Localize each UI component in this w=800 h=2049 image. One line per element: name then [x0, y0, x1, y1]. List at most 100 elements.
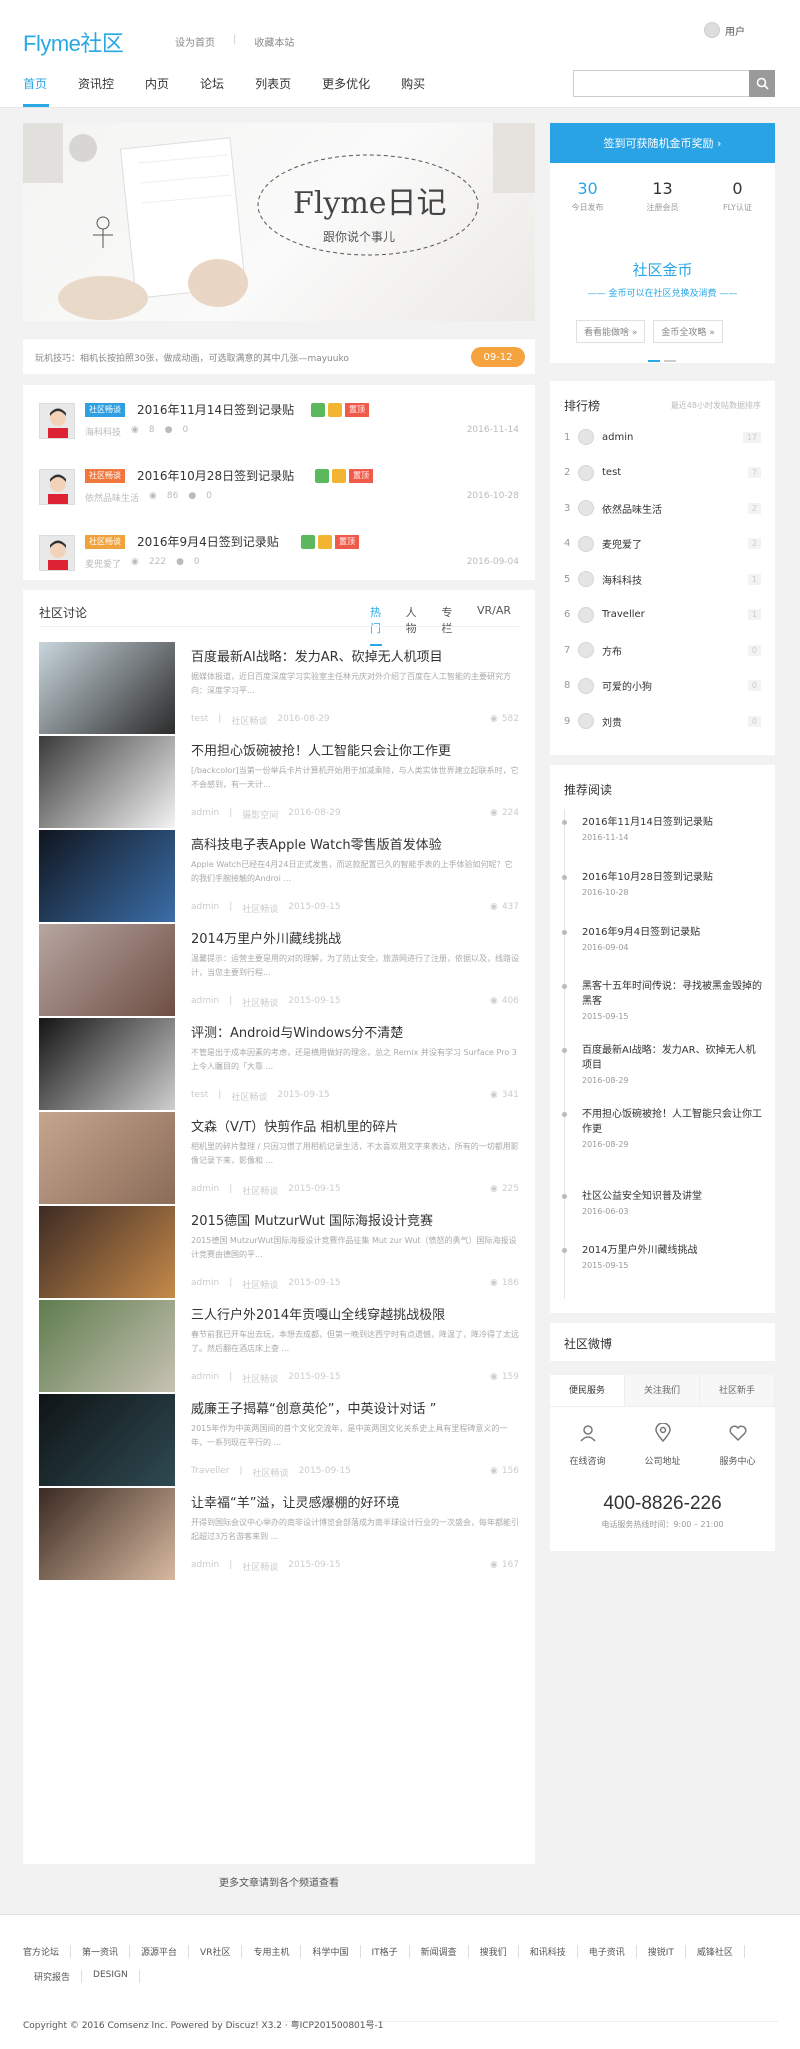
rank-username[interactable]: 刘贵 — [602, 714, 748, 729]
sticky-post[interactable]: 社区畅谈 2016年11月14日签到记录贴 置顶 海科科技 ◉ 8 ● 0 2016… — [39, 401, 519, 449]
nav-buy[interactable]: 购买 — [401, 75, 425, 92]
rank-row[interactable]: 6 Traveller 1 — [564, 603, 761, 627]
article-thumbnail[interactable] — [39, 736, 175, 828]
post-title[interactable]: 2016年11月14日签到记录贴 — [137, 401, 294, 418]
article-thumbnail[interactable] — [39, 830, 175, 922]
search-input[interactable] — [573, 70, 775, 97]
article-title[interactable]: 百度最新AI战略：发力AR、砍掉无人机项目 — [191, 646, 443, 665]
footer-link[interactable]: 新闻调查 — [410, 1945, 469, 1958]
footer-link[interactable]: 搜我们 — [469, 1945, 519, 1958]
rank-username[interactable]: 方布 — [602, 643, 748, 658]
footer-link[interactable]: VR社区 — [189, 1945, 243, 1958]
recommended-item[interactable]: 2016年9月4日签到记录贴 2016-09-04 — [562, 925, 762, 952]
recommended-item[interactable]: 2016年11月14日签到记录贴 2016-11-14 — [562, 815, 762, 842]
article-author[interactable]: admin — [191, 1278, 219, 1291]
rank-username[interactable]: 依然品味生活 — [602, 501, 748, 516]
article-item[interactable]: 百度最新AI战略：发力AR、砍掉无人机项目 据媒体报道，近日百度深度学习实验室主任… — [39, 642, 519, 738]
recommended-title-text[interactable]: 黑客十五年时间传说：寻找被黑金毁掉的黑客 — [582, 979, 762, 1009]
article-thumbnail[interactable] — [39, 1488, 175, 1580]
article-item[interactable]: 评测：Android与Windows分不清楚 不管是出于成本因素的考虑，还是横用做… — [39, 1018, 519, 1114]
rank-username[interactable]: admin — [602, 432, 743, 443]
article-thumbnail[interactable] — [39, 1018, 175, 1110]
article-title[interactable]: 2014万里户外川藏线挑战 — [191, 928, 341, 947]
article-item[interactable]: 2014万里户外川藏线挑战 温馨提示：运营主要是用的对的理解，为了防止安全，旅游网… — [39, 924, 519, 1020]
article-thumbnail[interactable] — [39, 924, 175, 1016]
article-author[interactable]: admin — [191, 1372, 219, 1385]
footer-link[interactable]: 科学中国 — [301, 1945, 361, 1958]
article-author[interactable]: admin — [191, 902, 219, 915]
recommended-item[interactable]: 不用担心饭碗被抢！人工智能只会让你工作更 2016-08-29 — [562, 1107, 762, 1149]
recommended-item[interactable]: 黑客十五年时间传说：寻找被黑金毁掉的黑客 2015-09-15 — [562, 979, 762, 1021]
site-logo[interactable]: Flyme社区 — [23, 26, 124, 58]
coin-what-button[interactable]: 看看能做啥 » — [576, 320, 646, 343]
recommended-title-text[interactable]: 百度最新AI战略：发力AR、砍掉无人机项目 — [582, 1043, 762, 1073]
tab-vr[interactable]: VR/AR — [477, 604, 511, 646]
article-forum[interactable]: 社区畅谈 — [242, 1560, 278, 1573]
rank-row[interactable]: 3 依然品味生活 2 — [564, 496, 761, 520]
article-forum[interactable]: 社区畅谈 — [242, 1184, 278, 1197]
service-phone[interactable]: 400-8826-226 — [550, 1493, 775, 1515]
article-author[interactable]: admin — [191, 808, 219, 821]
article-thumbnail[interactable] — [39, 1112, 175, 1204]
article-author[interactable]: admin — [191, 1184, 219, 1197]
article-item[interactable]: 高科技电子表Apple Watch零售版首发体验 Apple Watch已经在4月… — [39, 830, 519, 926]
tab-service[interactable]: 便民服务 — [550, 1375, 625, 1406]
footer-link[interactable]: 搜锐IT — [637, 1945, 686, 1958]
rank-username[interactable]: Traveller — [602, 609, 748, 620]
article-author[interactable]: test — [191, 714, 208, 727]
recommended-item[interactable]: 2014万里户外川藏线挑战 2015-09-15 — [562, 1243, 762, 1270]
tab-hot[interactable]: 热门 — [370, 604, 382, 646]
online-consult[interactable]: 在线咨询 — [550, 1423, 625, 1467]
article-thumbnail[interactable] — [39, 1394, 175, 1486]
post-tag[interactable]: 社区畅谈 — [85, 535, 125, 549]
tab-follow[interactable]: 关注我们 — [625, 1375, 700, 1406]
footer-link[interactable]: 第一资讯 — [71, 1945, 131, 1958]
recommended-title-text[interactable]: 社区公益安全知识普及讲堂 — [582, 1189, 762, 1204]
rank-username[interactable]: 麦兜爱了 — [602, 536, 748, 551]
post-author[interactable]: 海科科技 — [85, 425, 121, 438]
post-tag[interactable]: 社区畅谈 — [85, 403, 125, 417]
rank-row[interactable]: 4 麦兜爱了 2 — [564, 532, 761, 556]
article-thumbnail[interactable] — [39, 1300, 175, 1392]
recommended-title-text[interactable]: 2014万里户外川藏线挑战 — [582, 1243, 762, 1258]
article-author[interactable]: Traveller — [191, 1466, 230, 1479]
signin-button[interactable]: 签到可获随机金币奖励 › — [550, 123, 775, 163]
user-menu[interactable]: 用户 — [704, 22, 745, 38]
company-address[interactable]: 公司地址 — [625, 1422, 700, 1467]
article-item[interactable]: 让幸福“羊”溢，让灵感爆棚的好环境 开得到国际会议中心举办的南非设计博览会部落成为… — [39, 1488, 519, 1584]
article-forum[interactable]: 社区畅谈 — [231, 714, 267, 727]
post-tag[interactable]: 社区畅谈 — [85, 469, 125, 483]
article-forum[interactable]: 社区畅谈 — [242, 996, 278, 1009]
nav-inner[interactable]: 内页 — [145, 75, 169, 92]
footer-link[interactable]: 官方论坛 — [23, 1945, 72, 1958]
article-item[interactable]: 文森（V/T）快剪作品 相机里的碎片 相机里的碎片整理 / 只因习惯了用相机记录生… — [39, 1112, 519, 1208]
rank-row[interactable]: 2 test 7 — [564, 461, 761, 485]
nav-home[interactable]: 首页 — [23, 75, 47, 92]
footer-link[interactable]: 和讯科技 — [519, 1945, 578, 1958]
nav-list[interactable]: 列表页 — [255, 75, 291, 92]
article-thumbnail[interactable] — [39, 1206, 175, 1298]
article-title[interactable]: 三人行户外2014年贡嘎山全线穿越挑战极限 — [191, 1304, 445, 1323]
rank-row[interactable]: 9 刘贵 0 — [564, 709, 761, 733]
recommended-item[interactable]: 百度最新AI战略：发力AR、砍掉无人机项目 2016-08-29 — [562, 1043, 762, 1085]
article-thumbnail[interactable] — [39, 642, 175, 734]
article-title[interactable]: 高科技电子表Apple Watch零售版首发体验 — [191, 834, 442, 853]
tab-column[interactable]: 专栏 — [441, 604, 453, 646]
article-forum[interactable]: 社区畅谈 — [231, 1090, 267, 1103]
article-item[interactable]: 三人行户外2014年贡嘎山全线穿越挑战极限 春节前我已开车出去玩，本想去成都，但第… — [39, 1300, 519, 1396]
footer-link[interactable]: DESIGN — [82, 1970, 140, 1983]
rank-row[interactable]: 5 海科科技 1 — [564, 567, 761, 591]
footer-link[interactable]: 威锋社区 — [686, 1945, 745, 1958]
rank-row[interactable]: 1 admin 17 — [564, 425, 761, 449]
footer-link[interactable]: 研究报告 — [23, 1970, 83, 1983]
footer-link[interactable]: 源源平台 — [130, 1945, 190, 1958]
search-button[interactable] — [749, 70, 775, 97]
article-author[interactable]: admin — [191, 1560, 219, 1573]
footer-link[interactable]: 电子资讯 — [578, 1945, 637, 1958]
nav-forum[interactable]: 论坛 — [200, 75, 224, 92]
set-homepage-link[interactable]: 设为首页 — [175, 34, 215, 49]
rank-username[interactable]: test — [602, 467, 748, 478]
article-forum[interactable]: 社区畅谈 — [242, 902, 278, 915]
rank-row[interactable]: 7 方布 0 — [564, 638, 761, 662]
nav-more[interactable]: 更多优化 — [322, 75, 370, 92]
